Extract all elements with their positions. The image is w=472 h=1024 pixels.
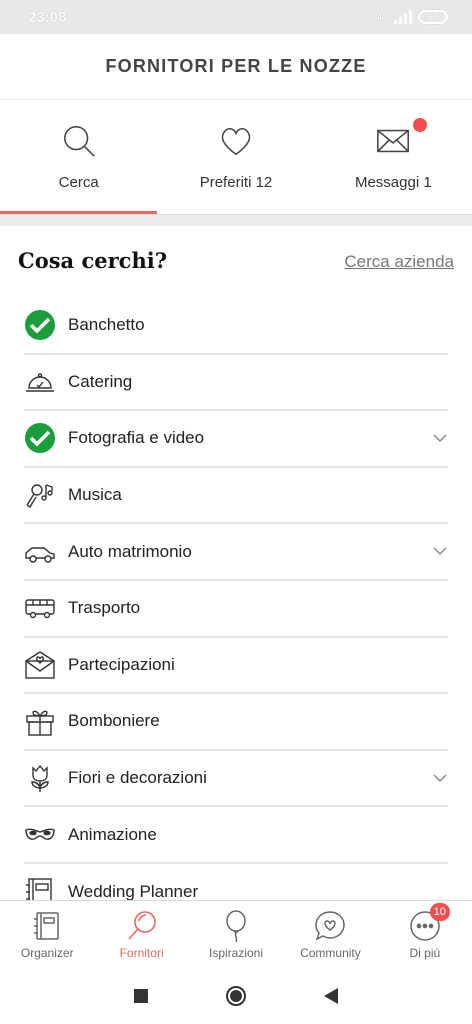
section-title: Cosa cerchi?: [18, 248, 168, 273]
top-tabs: Cerca Preferiti 12 Messaggi 1: [0, 102, 472, 214]
network-label: 4G: [377, 12, 388, 22]
bottom-nav: Organizer Fornitori Ispirazioni Communit…: [0, 900, 472, 968]
category-item-musica[interactable]: Musica: [24, 468, 448, 525]
bus-icon: [25, 599, 55, 619]
category-item-catering[interactable]: Catering: [24, 355, 448, 412]
category-label: Bomboniere: [68, 711, 160, 731]
tab-cerca[interactable]: Cerca: [0, 102, 158, 214]
chevron-down-icon[interactable]: [432, 430, 448, 446]
more-badge: 10: [429, 903, 450, 921]
category-item-fiori-decorazioni[interactable]: Fiori e decorazioni: [24, 751, 448, 808]
chat-heart-icon: [315, 911, 346, 941]
category-item-banchetto[interactable]: Banchetto: [24, 298, 448, 355]
nav-di-piu[interactable]: 10 Di più: [378, 901, 472, 968]
category-item-partecipazioni[interactable]: Partecipazioni: [24, 638, 448, 695]
category-label: Banchetto: [68, 315, 145, 335]
tab-label-preferiti: Preferiti 12: [199, 174, 273, 191]
check-icon: [25, 423, 55, 454]
envelope-icon: [377, 129, 410, 153]
nav-label-fornitori: Fornitori: [119, 946, 164, 960]
nav-label-di-piu: Di più: [409, 946, 441, 960]
status-icons: 4G 67: [377, 9, 448, 25]
chevron-down-icon[interactable]: [432, 543, 448, 559]
recents-icon[interactable]: [133, 988, 149, 1004]
category-list: Banchetto Catering Fotografia e video Mu…: [24, 298, 448, 921]
nav-fornitori[interactable]: Fornitori: [94, 901, 188, 968]
category-item-fotografia-video[interactable]: Fotografia e video: [24, 411, 448, 468]
category-label: Catering: [68, 371, 133, 391]
check-icon-wrap: [24, 309, 56, 341]
back-icon[interactable]: [323, 987, 339, 1005]
system-nav-bar: [0, 968, 472, 1024]
flower-icon: [31, 764, 49, 793]
nav-label-ispirazioni: Ispirazioni: [209, 946, 264, 960]
notebook-icon: [34, 912, 59, 940]
balloon-icon: [226, 910, 246, 943]
search-icon: [63, 125, 95, 157]
nav-label-community: Community: [300, 946, 361, 960]
nav-community[interactable]: Community: [283, 901, 377, 968]
category-label: Partecipazioni: [68, 654, 175, 674]
category-label: Musica: [68, 485, 122, 505]
microphone-icon: [26, 484, 53, 509]
cloche-icon: [26, 373, 54, 392]
tab-messaggi[interactable]: Messaggi 1: [315, 102, 472, 214]
signal-icon: [394, 10, 412, 24]
category-item-bomboniere[interactable]: Bomboniere: [24, 694, 448, 751]
chevron-down-icon[interactable]: [432, 770, 448, 786]
section-divider: [0, 214, 472, 226]
category-label: Fotografia e video: [68, 428, 205, 448]
battery-icon: 67: [418, 10, 448, 24]
cerca-azienda-link[interactable]: Cerca azienda: [344, 252, 454, 272]
category-label: Auto matrimonio: [68, 541, 192, 561]
section-header: Cosa cerchi? Cerca azienda: [0, 226, 472, 296]
nav-label-organizer: Organizer: [20, 946, 74, 960]
invitation-icon: [25, 651, 55, 679]
page-title: FORNITORI PER LE NOZZE: [105, 56, 367, 76]
car-icon: [25, 546, 55, 563]
category-item-animazione[interactable]: Animazione: [24, 807, 448, 864]
category-item-trasporto[interactable]: Trasporto: [24, 581, 448, 638]
category-item-auto-matrimonio[interactable]: Auto matrimonio: [24, 524, 448, 581]
tab-label-cerca: Cerca: [58, 174, 99, 191]
tab-preferiti[interactable]: Preferiti 12: [157, 102, 314, 214]
tab-label-messaggi: Messaggi 1: [354, 174, 432, 191]
check-icon: [25, 310, 55, 341]
status-time: 23:08: [28, 9, 67, 26]
mask-icon: [25, 828, 55, 840]
category-label: Fiori e decorazioni: [68, 768, 207, 788]
heart-icon: [221, 128, 251, 156]
category-label: Animazione: [68, 824, 157, 844]
status-bar: 23:08 4G 67: [0, 0, 472, 34]
app-header: FORNITORI PER LE NOZZE: [0, 34, 472, 100]
gift-icon: [26, 711, 54, 737]
category-label: Trasporto: [68, 598, 141, 618]
search-icon: [128, 911, 156, 940]
nav-ispirazioni[interactable]: Ispirazioni: [189, 901, 283, 968]
message-notification-dot: [412, 118, 427, 132]
nav-organizer[interactable]: Organizer: [0, 901, 94, 968]
home-icon[interactable]: [225, 985, 247, 1007]
